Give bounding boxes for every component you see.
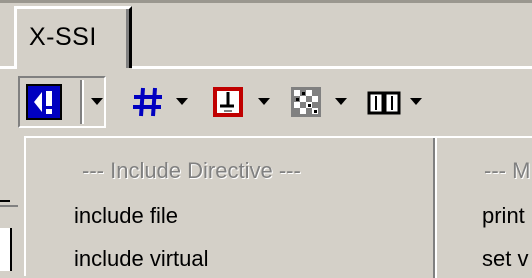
reference-dropdown-arrow[interactable] [410, 98, 422, 105]
echo-dropdown-arrow[interactable] [176, 98, 188, 105]
column-separator [435, 138, 437, 278]
book-icon[interactable] [366, 84, 402, 120]
menu-item-include-virtual[interactable]: include virtual [74, 246, 209, 272]
config-grid-icon[interactable] [288, 84, 324, 120]
tab-label: X-SSI [29, 23, 97, 51]
config-dropdown-arrow[interactable] [335, 98, 347, 105]
include-dropdown-arrow[interactable] [91, 98, 103, 105]
tab-strip-border [132, 66, 532, 69]
menu-section-header: --- M [484, 158, 531, 183]
background-window-edge [0, 228, 12, 271]
background-window-edge [0, 200, 10, 202]
hash-icon[interactable] [130, 84, 166, 120]
include-directive-menu: --- Include Directive --- include file i… [24, 136, 532, 278]
ssi-include-icon [26, 84, 62, 120]
background-window-edge [0, 205, 18, 207]
tab-x-ssi[interactable]: X-SSI [14, 6, 132, 68]
menu-section-header: --- Include Directive --- [82, 158, 301, 183]
split-separator [82, 80, 84, 124]
page-exec-icon[interactable] [210, 84, 246, 120]
ssi-toolbar [14, 76, 532, 130]
window-top-edge [0, 0, 532, 3]
exec-dropdown-arrow[interactable] [258, 98, 270, 105]
menu-item-print[interactable]: print [482, 203, 525, 229]
menu-item-set[interactable]: set v [482, 246, 528, 272]
menu-item-include-file[interactable]: include file [74, 203, 178, 229]
